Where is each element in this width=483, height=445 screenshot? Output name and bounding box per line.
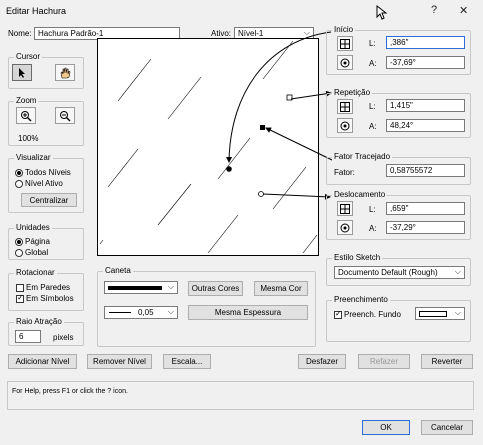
sketch-style-select[interactable]: Documento Default (Rough) ⌵ (334, 266, 465, 279)
pen-color-swatch (108, 286, 162, 290)
start-group-title: Início (332, 25, 356, 34)
add-level-button[interactable]: Adicionar Nível (8, 354, 77, 369)
checkbox-icon (334, 309, 342, 319)
repeat-a-label: A: (369, 122, 377, 131)
offset-target-button[interactable] (337, 220, 353, 235)
start-a-field[interactable]: -37,69° (386, 56, 465, 69)
offset-a-label: A: (369, 224, 377, 233)
chevron-down-icon: ⌵ (454, 308, 461, 317)
repeat-grid-button[interactable] (337, 99, 353, 114)
chevron-down-icon: ⌵ (454, 267, 461, 276)
start-l-label: L: (369, 39, 376, 48)
target-icon (340, 58, 350, 67)
sketch-style-value: Documento Default (Rough) (338, 268, 438, 277)
target-icon (340, 223, 350, 232)
fill-color-select[interactable]: ⌵ (415, 307, 465, 320)
pen-group-title: Caneta (103, 266, 133, 275)
help-status-text: For Help, press F1 or click the ? icon. (12, 388, 128, 395)
ok-button[interactable]: OK (362, 420, 410, 435)
offset-l-field[interactable]: ,659" (386, 202, 465, 215)
offset-grid-button[interactable] (337, 201, 353, 216)
target-icon (340, 121, 350, 130)
redo-button[interactable]: Refazer (358, 354, 410, 369)
remove-level-button[interactable]: Remover Nível (87, 354, 152, 369)
pen-thickness-value: 0,05 (138, 308, 154, 317)
start-a-label: A: (369, 59, 377, 68)
pen-thickness-select[interactable]: 0,05 ⌵ (104, 306, 178, 319)
repeat-a-field[interactable]: 48,24° (386, 119, 465, 132)
grid-icon (340, 203, 350, 214)
offset-a-field[interactable]: -37,29° (386, 221, 465, 234)
sketch-group-title: Estilo Sketch (332, 253, 383, 262)
cancel-button[interactable]: Cancelar (421, 420, 473, 435)
dash-group-title: Fator Tracejado (332, 152, 393, 161)
revert-button[interactable]: Reverter (421, 354, 473, 369)
other-colors-button[interactable]: Outras Cores (188, 281, 243, 296)
offset-group-title: Deslocamento (332, 190, 388, 199)
repeat-l-field[interactable]: 1,415" (386, 99, 465, 112)
fill-background-checkbox[interactable]: Preench. Fundo (334, 309, 401, 319)
offset-l-label: L: (369, 205, 376, 214)
dash-factor-label: Fator: (334, 168, 355, 177)
chevron-down-icon: ⌵ (167, 282, 174, 291)
same-thickness-button[interactable]: Mesma Espessura (188, 305, 308, 320)
start-target-button[interactable] (337, 55, 353, 70)
chevron-down-icon: ⌵ (167, 307, 174, 316)
pen-thickness-line (109, 312, 131, 313)
start-l-field[interactable]: ,386" (386, 36, 465, 49)
same-color-button[interactable]: Mesma Cor (254, 281, 308, 296)
scale-button[interactable]: Escala... (163, 354, 211, 369)
repeat-l-label: L: (369, 102, 376, 111)
pen-color-select[interactable]: ⌵ (104, 281, 178, 294)
repeat-group-title: Repetição (332, 88, 373, 97)
grid-icon (340, 38, 350, 49)
fill-color-swatch (419, 311, 447, 317)
fill-group-title: Preenchimento (332, 295, 390, 304)
grid-icon (340, 101, 350, 112)
repeat-target-button[interactable] (337, 118, 353, 133)
undo-button[interactable]: Desfazer (298, 354, 346, 369)
dash-factor-field[interactable]: 0,58755572 (386, 164, 465, 177)
start-grid-button[interactable] (337, 36, 353, 51)
help-status-bar: For Help, press F1 or click the ? icon. (7, 381, 474, 410)
